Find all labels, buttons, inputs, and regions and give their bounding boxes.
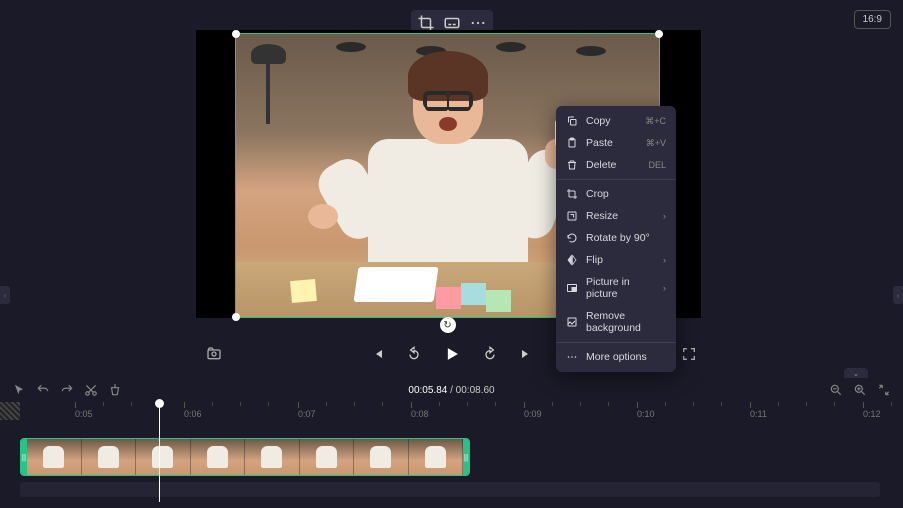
more-icon [566, 351, 578, 363]
resize-handle-bl[interactable] [232, 313, 240, 321]
menu-label: Resize [586, 210, 655, 222]
copy-icon [566, 115, 578, 127]
left-panel-handle[interactable]: ‹ [0, 286, 10, 304]
timeline-toolbar: 00:05.84 / 00:08.60 [0, 380, 903, 400]
menu-label: Paste [586, 137, 638, 149]
menu-label: Rotate by 90° [586, 232, 666, 244]
menu-shortcut: DEL [648, 160, 666, 170]
menu-divider [556, 342, 676, 343]
menu-pip[interactable]: Picture in picture › [556, 271, 676, 305]
clip-thumbnail [409, 439, 464, 475]
zoom-out-icon[interactable] [829, 383, 843, 397]
preview-controls [0, 342, 903, 366]
chevron-right-icon: › [663, 211, 666, 221]
resize-handle-tl[interactable] [232, 30, 240, 38]
empty-track[interactable] [20, 482, 880, 497]
menu-delete[interactable]: Delete DEL [556, 154, 676, 176]
playhead[interactable] [159, 402, 160, 502]
timecode-current: 00:05.84 [408, 385, 447, 396]
menu-paste[interactable]: Paste ⌘+V [556, 132, 676, 154]
menu-label: Copy [586, 115, 637, 127]
clip-trim-right[interactable]: || [463, 439, 469, 475]
aspect-ratio-badge[interactable]: 16:9 [854, 10, 891, 29]
timecode: 00:05.84 / 00:08.60 [408, 385, 494, 396]
zoom-in-icon[interactable] [853, 383, 867, 397]
menu-label: Remove background [586, 310, 666, 334]
clip-thumbnail [245, 439, 300, 475]
menu-label: Flip [586, 254, 655, 266]
clip-thumbnail [136, 439, 191, 475]
menu-label: Crop [586, 188, 666, 200]
pointer-icon[interactable] [12, 383, 26, 397]
marker-icon[interactable] [108, 383, 122, 397]
removebg-icon [566, 316, 578, 328]
screenshot-icon[interactable] [206, 346, 222, 362]
undo-icon[interactable] [36, 383, 50, 397]
forward-icon[interactable] [482, 346, 498, 362]
timeline-ruler[interactable]: 0:050:060:070:080:090:100:110:12 [0, 402, 903, 420]
menu-label: Delete [586, 159, 640, 171]
crop-icon [566, 188, 578, 200]
flip-icon [566, 254, 578, 266]
skip-start-icon[interactable] [370, 346, 386, 362]
context-menu: Copy ⌘+C Paste ⌘+V Delete DEL Crop Resiz… [556, 106, 676, 372]
rewind-icon[interactable] [406, 346, 422, 362]
play-button[interactable] [442, 344, 462, 364]
resize-handle-tr[interactable] [655, 30, 663, 38]
clip-thumbnail [354, 439, 409, 475]
redo-icon[interactable] [60, 383, 74, 397]
pip-icon [566, 282, 578, 294]
menu-more[interactable]: More options [556, 346, 676, 368]
rotate-handle[interactable]: ↻ [440, 317, 456, 333]
clip-thumbnail [191, 439, 246, 475]
cut-icon[interactable] [84, 383, 98, 397]
menu-crop[interactable]: Crop [556, 183, 676, 205]
skip-end-icon[interactable] [518, 346, 534, 362]
timecode-total: 00:08.60 [456, 385, 495, 396]
menu-resize[interactable]: Resize › [556, 205, 676, 227]
menu-rotate[interactable]: Rotate by 90° [556, 227, 676, 249]
rotate-icon [566, 232, 578, 244]
collapse-panel-tab[interactable]: ⌄ [844, 368, 868, 378]
chevron-right-icon: › [663, 283, 666, 293]
fit-icon[interactable] [877, 383, 891, 397]
right-panel-handle[interactable]: › [893, 286, 903, 304]
menu-divider [556, 179, 676, 180]
clip-thumbnail [27, 439, 82, 475]
menu-removebg[interactable]: Remove background [556, 305, 676, 339]
menu-label: Picture in picture [586, 276, 655, 300]
paste-icon [566, 137, 578, 149]
chevron-right-icon: › [663, 255, 666, 265]
menu-copy[interactable]: Copy ⌘+C [556, 110, 676, 132]
menu-shortcut: ⌘+C [645, 116, 666, 127]
menu-flip[interactable]: Flip › [556, 249, 676, 271]
menu-shortcut: ⌘+V [646, 138, 666, 149]
ruler-grip[interactable] [0, 402, 20, 420]
trash-icon [566, 159, 578, 171]
fullscreen-icon[interactable] [681, 346, 697, 362]
menu-label: More options [586, 351, 666, 363]
video-clip-track[interactable]: || || [20, 438, 470, 476]
resize-icon [566, 210, 578, 222]
clip-thumbnail [82, 439, 137, 475]
clip-thumbnail [300, 439, 355, 475]
